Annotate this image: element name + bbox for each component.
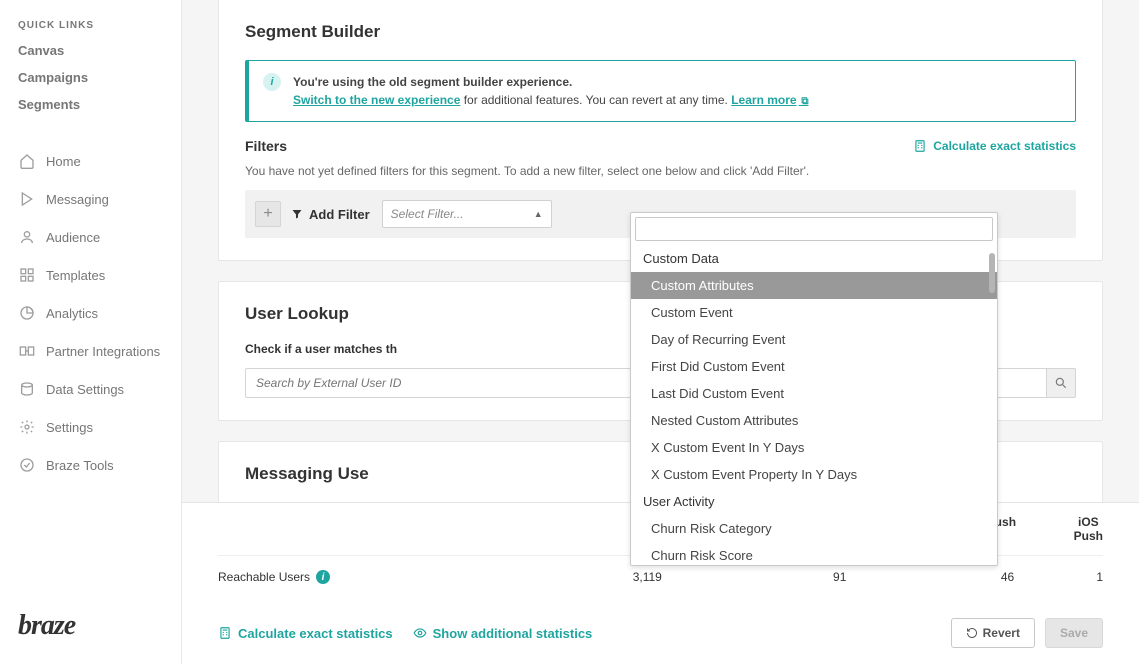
analytics-icon (18, 304, 36, 322)
dropdown-item[interactable]: Custom Event (631, 299, 997, 326)
main-nav: Home Messaging Audience Templates Analyt… (0, 124, 181, 484)
gear-icon (18, 418, 36, 436)
dropdown-scrollbar[interactable] (989, 253, 995, 293)
page-title: Segment Builder (245, 22, 1076, 42)
chevron-down-icon: ▲ (534, 209, 543, 219)
info-banner: i You're using the old segment builder e… (245, 60, 1076, 122)
home-icon (18, 152, 36, 170)
dropdown-item[interactable]: Churn Risk Score (631, 542, 997, 565)
user-search-button[interactable] (1046, 368, 1076, 398)
audience-icon (18, 228, 36, 246)
filters-empty-text: You have not yet defined filters for thi… (245, 164, 1076, 178)
footer-actions: Calculate exact statistics Show addition… (218, 602, 1103, 664)
nav-partner[interactable]: Partner Integrations (0, 332, 181, 370)
dropdown-item[interactable]: First Did Custom Event (631, 353, 997, 380)
show-additional-stats-link[interactable]: Show additional statistics (413, 626, 593, 641)
dropdown-item[interactable]: Churn Risk Category (631, 515, 997, 542)
nav-label: Messaging (46, 192, 109, 207)
email-value: 91 (761, 570, 919, 584)
row-label: Reachable Users (218, 570, 310, 584)
dropdown-item[interactable]: X Custom Event Property In Y Days (631, 461, 997, 488)
dropdown-item[interactable]: Custom Attributes (631, 272, 997, 299)
tools-icon (18, 456, 36, 474)
filters-heading: Filters (245, 138, 287, 154)
filter-dropdown: Custom Data Custom Attributes Custom Eve… (630, 212, 998, 566)
quick-link-canvas[interactable]: Canvas (18, 43, 163, 58)
calculator-icon (913, 139, 927, 153)
banner-after: for additional features. You can revert … (460, 93, 731, 107)
select-placeholder: Select Filter... (391, 207, 464, 221)
nav-home[interactable]: Home (0, 142, 181, 180)
dropdown-group: User Activity (631, 488, 997, 515)
nav-label: Partner Integrations (46, 344, 160, 359)
nav-label: Templates (46, 268, 105, 283)
messaging-icon (18, 190, 36, 208)
learn-more-link[interactable]: Learn more ⧉ (731, 93, 808, 107)
web-value: 46 (919, 570, 1097, 584)
add-filter-button[interactable]: + (255, 201, 281, 227)
calculate-stats-link[interactable]: Calculate exact statistics (913, 139, 1076, 153)
nav-label: Braze Tools (46, 458, 114, 473)
dropdown-item[interactable]: Day of Recurring Event (631, 326, 997, 353)
nav-settings[interactable]: Settings (0, 408, 181, 446)
nav-label: Data Settings (46, 382, 124, 397)
filter-select[interactable]: Select Filter... ▲ (382, 200, 552, 228)
funnel-icon (291, 208, 303, 220)
brand-logo: braze (0, 610, 181, 664)
nav-tools[interactable]: Braze Tools (0, 446, 181, 484)
total-value: 3,119 (534, 570, 761, 584)
nav-messaging[interactable]: Messaging (0, 180, 181, 218)
data-icon (18, 380, 36, 398)
nav-label: Settings (46, 420, 93, 435)
dropdown-item[interactable]: X Custom Event In Y Days (631, 434, 997, 461)
nav-data[interactable]: Data Settings (0, 370, 181, 408)
templates-icon (18, 266, 36, 284)
main-content: Segment Builder i You're using the old s… (182, 0, 1139, 664)
add-filter-label: Add Filter (291, 207, 370, 222)
quick-link-campaigns[interactable]: Campaigns (18, 70, 163, 85)
external-link-icon: ⧉ (799, 96, 809, 107)
sidebar: QUICK LINKS Canvas Campaigns Segments Ho… (0, 0, 182, 664)
undo-icon (966, 627, 978, 639)
eye-icon (413, 626, 427, 640)
info-tooltip-icon[interactable]: i (316, 570, 330, 584)
quick-links-heading: QUICK LINKS (18, 20, 163, 31)
revert-button[interactable]: Revert (951, 618, 1035, 648)
ios-value: 1 (1096, 570, 1103, 584)
calculate-stats-footer-link[interactable]: Calculate exact statistics (218, 626, 393, 641)
nav-audience[interactable]: Audience (0, 218, 181, 256)
search-icon (1054, 376, 1068, 390)
nav-label: Audience (46, 230, 100, 245)
switch-experience-link[interactable]: Switch to the new experience (293, 93, 460, 107)
dropdown-group: Custom Data (631, 245, 997, 272)
dropdown-item[interactable]: Last Did Custom Event (631, 380, 997, 407)
nav-label: Home (46, 154, 81, 169)
nav-analytics[interactable]: Analytics (0, 294, 181, 332)
nav-label: Analytics (46, 306, 98, 321)
info-icon: i (263, 73, 281, 91)
calculator-icon (218, 626, 232, 640)
quick-link-segments[interactable]: Segments (18, 97, 163, 112)
col-ios: iOS Push (1074, 515, 1103, 543)
dropdown-item[interactable]: Nested Custom Attributes (631, 407, 997, 434)
save-button: Save (1045, 618, 1103, 648)
dropdown-search-input[interactable] (635, 217, 993, 241)
banner-line1: You're using the old segment builder exp… (293, 75, 572, 89)
partner-icon (18, 342, 36, 360)
nav-templates[interactable]: Templates (0, 256, 181, 294)
